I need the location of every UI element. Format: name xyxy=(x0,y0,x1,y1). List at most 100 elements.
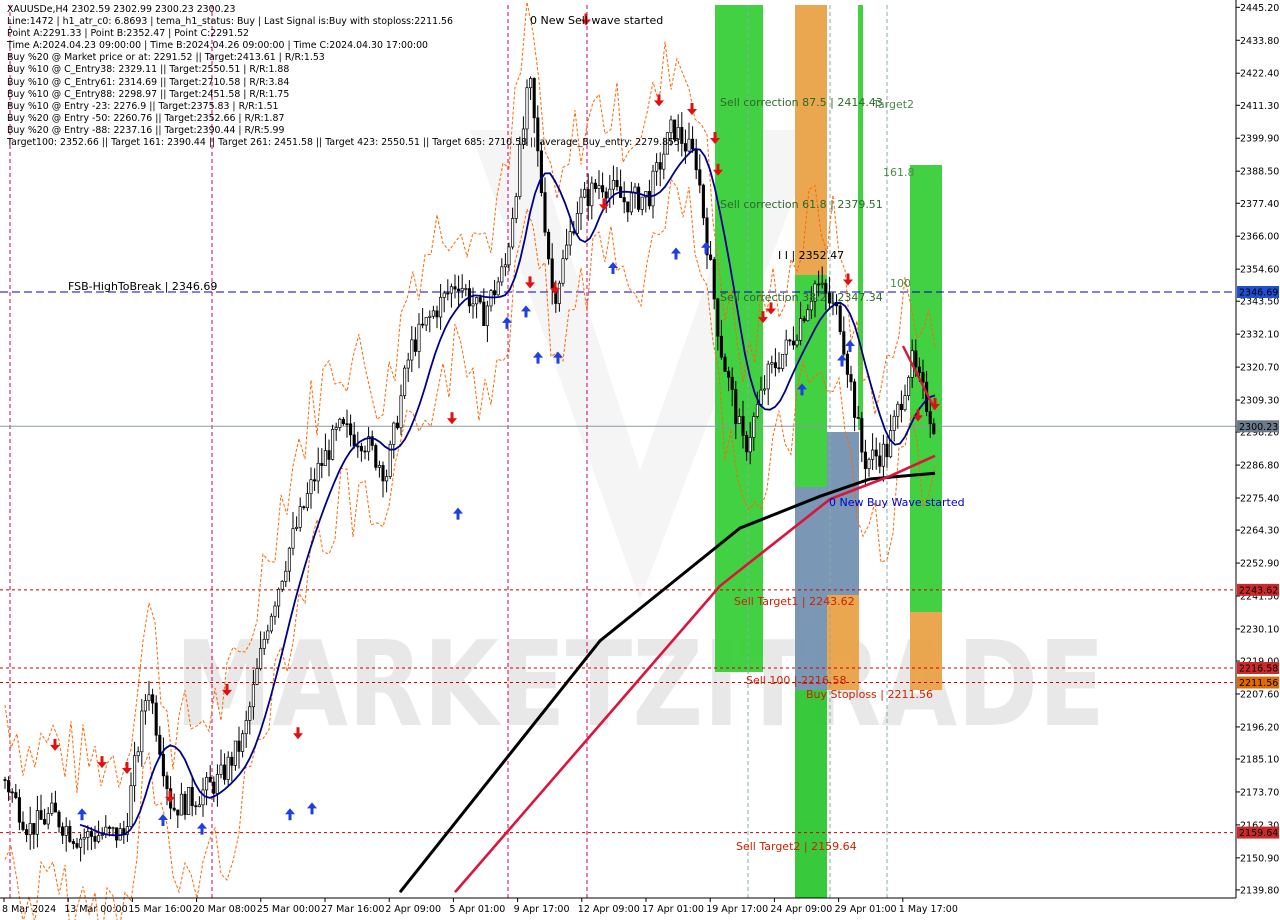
zone-orange-4 xyxy=(910,612,942,690)
candle-body xyxy=(601,185,605,193)
candle-body xyxy=(842,331,846,355)
candle-body xyxy=(334,427,338,430)
candle-body xyxy=(626,201,630,213)
sell-100-price-tag: 2216.58 xyxy=(1239,664,1278,675)
candle-body xyxy=(226,756,230,780)
sell-correction-618-label: Sell correction 61.8 | 2379.51 xyxy=(720,198,883,211)
candle-body xyxy=(597,185,601,189)
candle-body xyxy=(561,258,565,284)
candle-body xyxy=(385,476,389,482)
info-panel: XAUUSDe,H4 2302.59 2302.99 2300.23 2300.… xyxy=(7,4,680,149)
candle-body xyxy=(39,810,43,820)
candle-body xyxy=(932,423,936,435)
candle-body xyxy=(179,793,183,816)
candle-body xyxy=(244,720,248,735)
candle-body xyxy=(741,416,745,436)
candle-body xyxy=(284,570,288,582)
candle-body xyxy=(190,787,194,807)
price-tick-label: 2445.20 xyxy=(1240,3,1279,14)
candle-body xyxy=(849,374,853,383)
candle-body xyxy=(392,422,396,445)
buy-stoploss-label: Buy Stoploss | 2211.56 xyxy=(806,688,933,701)
candle-body xyxy=(460,288,464,292)
price-tick-label: 2399.90 xyxy=(1240,134,1279,145)
candle-body xyxy=(25,829,29,836)
candle-body xyxy=(208,776,212,783)
candle-body xyxy=(349,423,353,436)
price-tick-label: 2320.70 xyxy=(1240,363,1279,374)
info-line: Buy %20 @ Entry -88: 2237.16 || Target:2… xyxy=(7,124,285,136)
sell-100-label: Sell 100 | 2216.58 xyxy=(746,674,847,687)
candle-body xyxy=(17,797,21,823)
price-tick-label: 2388.50 xyxy=(1240,167,1279,178)
candle-body xyxy=(457,288,461,292)
candle-body xyxy=(730,376,734,390)
arrow-up-icon xyxy=(453,507,463,520)
candle-body xyxy=(183,793,187,815)
price-tick-label: 2252.90 xyxy=(1240,559,1279,570)
arrow-up-icon xyxy=(845,340,855,353)
candle-body xyxy=(424,317,428,326)
candle-body xyxy=(140,710,144,753)
candle-body xyxy=(161,754,165,777)
info-line: Buy %20 @ Entry -50: 2260.76 || Target:2… xyxy=(7,112,285,124)
candle-body xyxy=(381,465,385,482)
candle-body xyxy=(259,648,263,669)
candle-body xyxy=(43,819,47,825)
candle-body xyxy=(172,807,176,811)
candle-body xyxy=(53,802,57,813)
zone-green-thin xyxy=(858,5,863,430)
candle-body xyxy=(885,443,889,458)
candle-body xyxy=(305,493,309,509)
candle-body xyxy=(878,455,882,467)
candle-body xyxy=(860,418,864,453)
candle-body xyxy=(604,191,608,199)
candle-body xyxy=(712,259,716,300)
candle-body xyxy=(223,764,227,780)
candle-body xyxy=(892,415,896,431)
candle-body xyxy=(143,700,147,712)
candle-body xyxy=(565,244,569,260)
candle-body xyxy=(777,367,781,370)
candle-body xyxy=(71,841,75,844)
candle-body xyxy=(701,184,705,219)
sell-target2-label: Sell Target2 | 2159.64 xyxy=(736,840,857,853)
candle-body xyxy=(115,827,119,841)
candle-body xyxy=(82,837,86,840)
candle-body xyxy=(863,451,867,470)
arrow-down-icon xyxy=(447,412,457,425)
candle-body xyxy=(806,309,810,322)
price-tick-label: 2196.20 xyxy=(1240,722,1279,733)
zone-orange-top xyxy=(795,5,827,275)
arrow-up-icon xyxy=(533,351,543,364)
candle-body xyxy=(719,335,723,358)
candle-body xyxy=(709,254,713,260)
arrow-up-icon xyxy=(307,802,317,815)
candle-body xyxy=(755,404,759,417)
candle-body xyxy=(100,834,104,837)
candle-body xyxy=(374,445,378,468)
candle-body xyxy=(478,297,482,303)
candle-body xyxy=(907,376,911,396)
candle-body xyxy=(3,779,7,781)
candle-body xyxy=(205,776,209,791)
candle-body xyxy=(586,189,590,207)
candle-body xyxy=(446,292,450,295)
candle-body xyxy=(845,353,849,375)
candle-body xyxy=(899,403,903,411)
candle-body xyxy=(403,367,407,397)
info-line: Point A:2291.33 | Point B:2352.47 | Poin… xyxy=(7,28,250,40)
candle-body xyxy=(435,310,439,318)
candle-body xyxy=(68,826,72,842)
candle-body xyxy=(280,580,284,590)
candle-body xyxy=(611,180,615,190)
candle-body xyxy=(14,792,18,798)
current-price-tag: 2300.23 xyxy=(1239,422,1278,433)
candle-body xyxy=(658,162,662,170)
candle-body xyxy=(212,781,216,794)
buy-wave-label: 0 New Buy Wave started xyxy=(829,496,965,509)
candle-body xyxy=(802,318,806,322)
candle-body xyxy=(759,389,763,405)
candle-body xyxy=(251,684,255,708)
candle-body xyxy=(287,547,291,572)
